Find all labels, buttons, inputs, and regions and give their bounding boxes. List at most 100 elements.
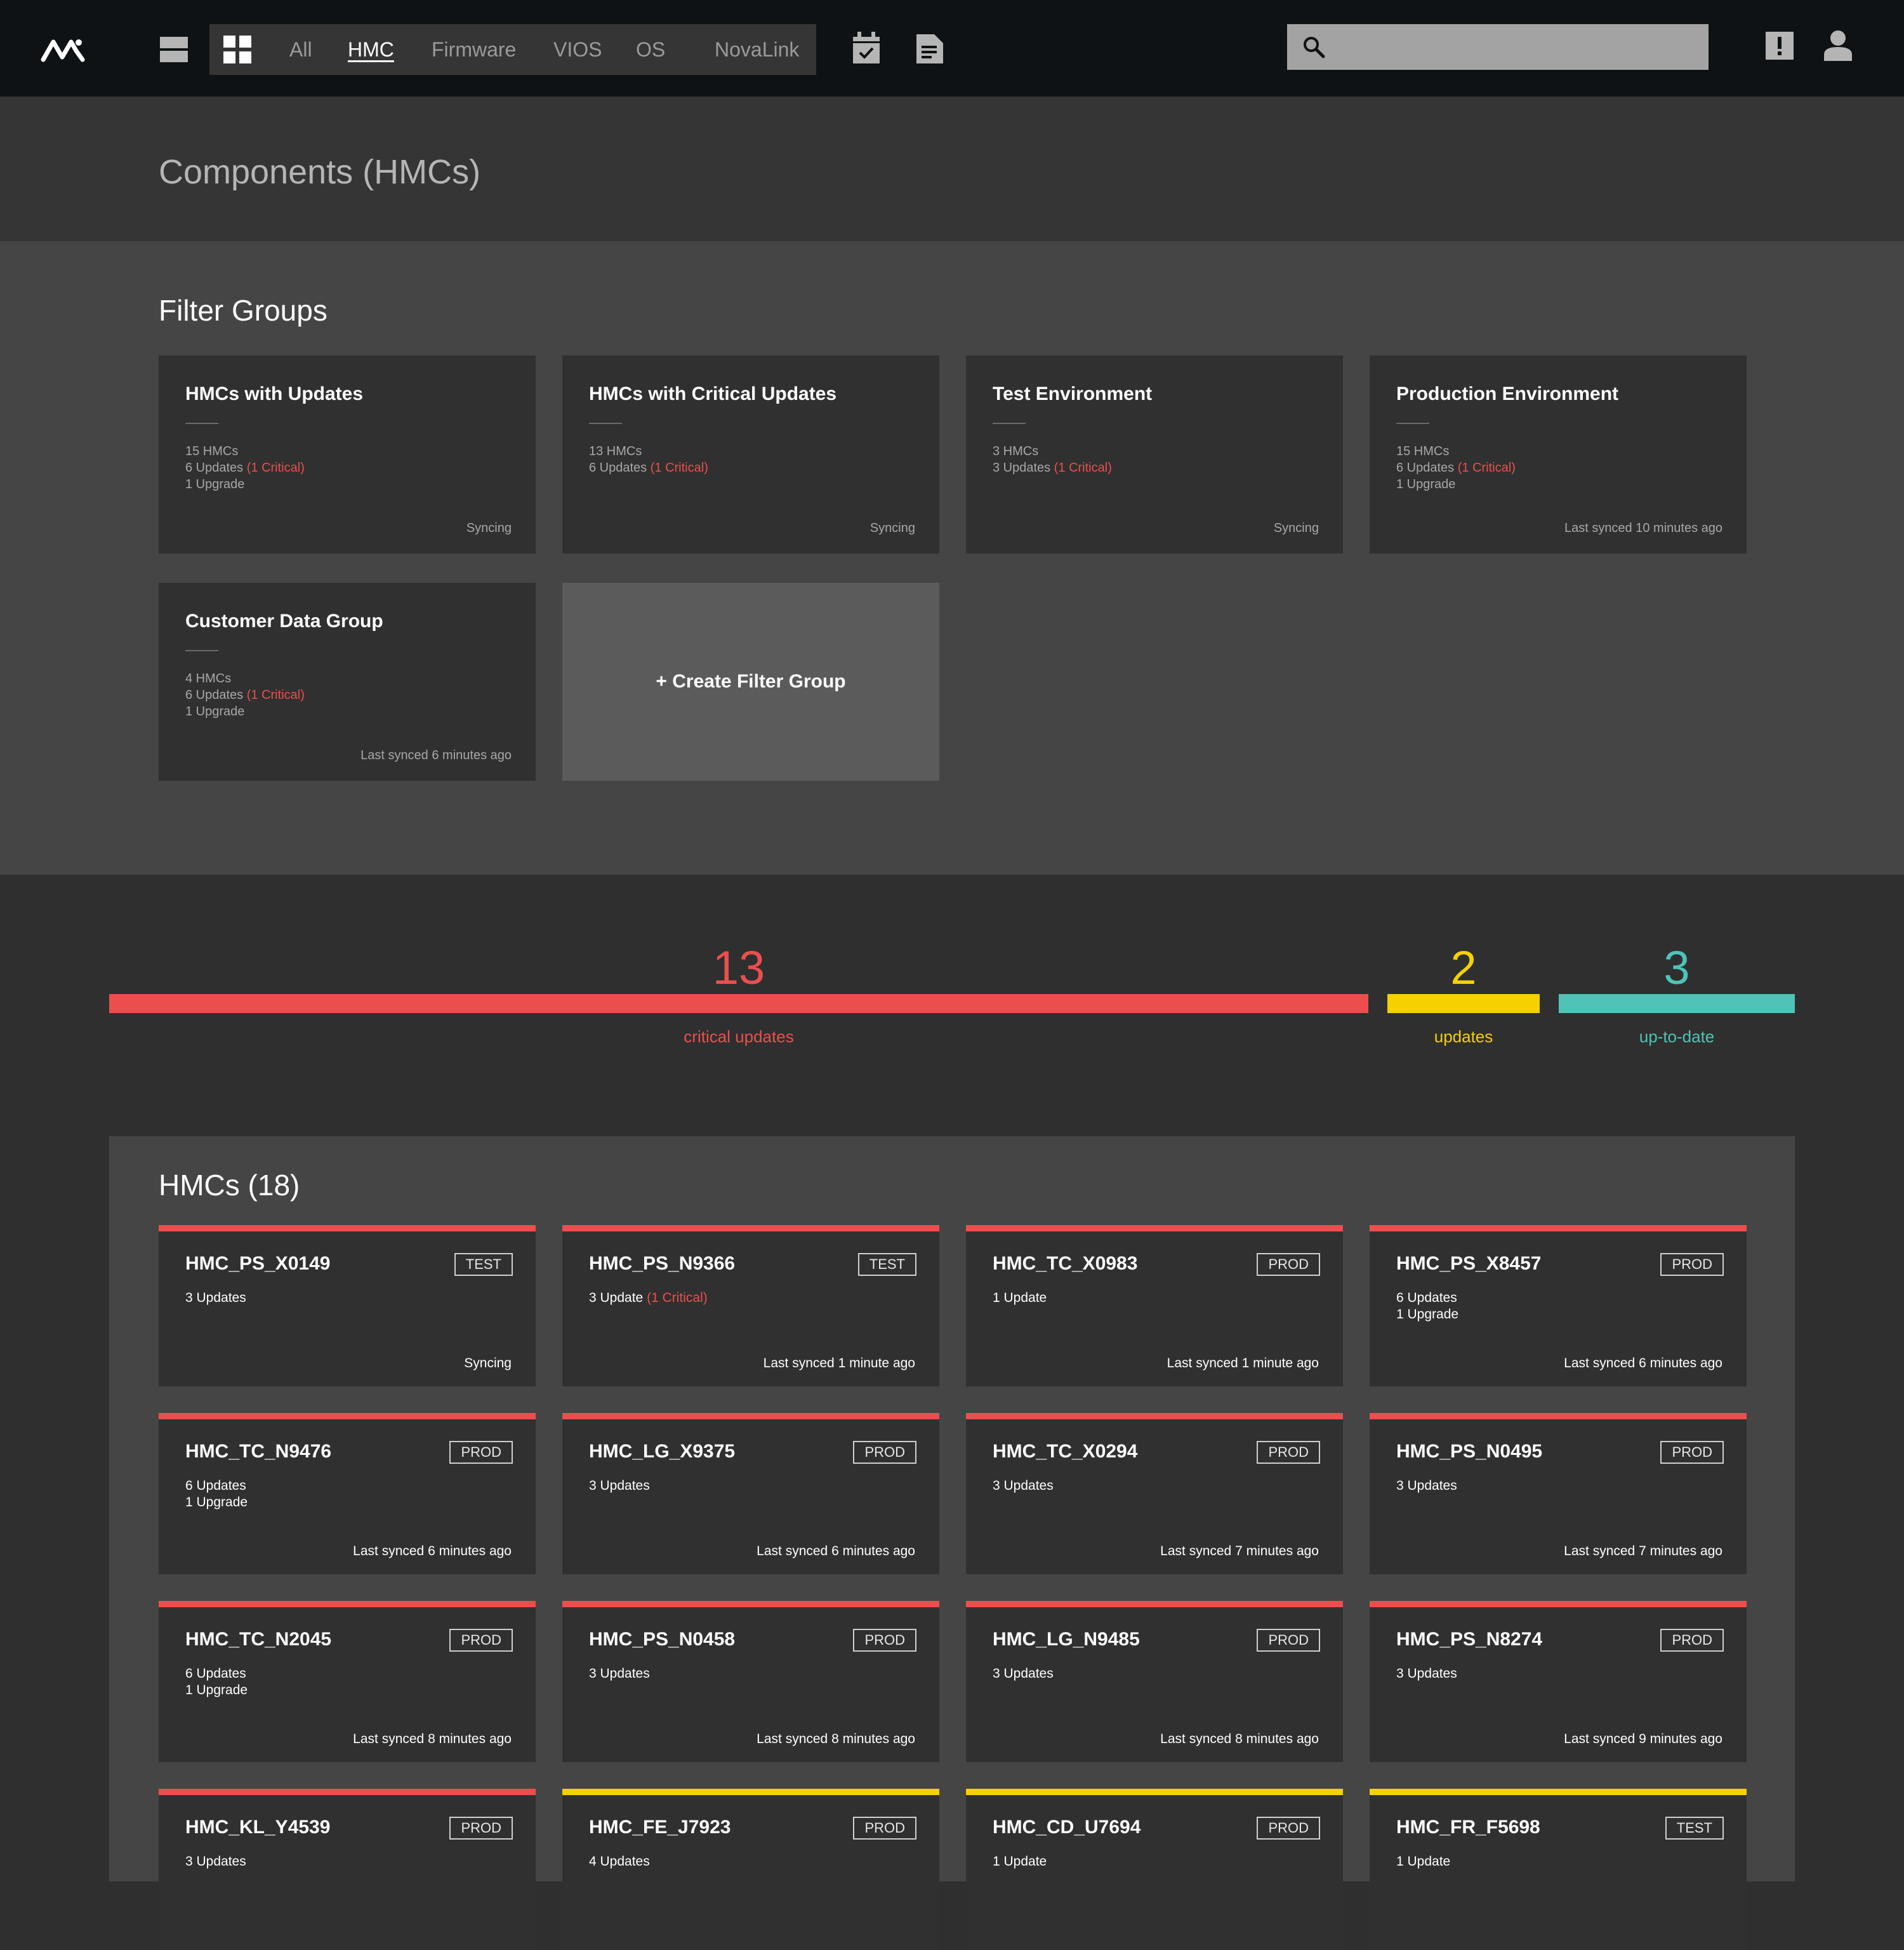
- update-count: 3 Updates: [185, 1290, 246, 1305]
- tab-os[interactable]: OS: [636, 38, 665, 61]
- sync-status: Last synced 10 minutes ago: [1564, 521, 1722, 535]
- hmc-details: 3 Update (1 Critical): [589, 1290, 708, 1306]
- hmc-count: 4 HMCs: [185, 672, 232, 686]
- update-count: 6 Updates: [185, 1478, 246, 1493]
- hmc-card[interactable]: HMC_TC_N2045 PROD 6 Updates 1 Upgrade Last …: [159, 1601, 536, 1762]
- sync-status: Last synced 7 minutes ago: [1564, 1544, 1722, 1558]
- list-view-icon[interactable]: [159, 34, 189, 65]
- hmc-card[interactable]: HMC_PS_N0495 PROD 3 Updates Last synced 7 …: [1370, 1413, 1747, 1574]
- filter-group-name: HMCs with Updates: [185, 383, 364, 404]
- filter-group-details: 15 HMCs 6 Updates (1 Critical) 1 Upgrade: [1396, 443, 1516, 493]
- hmc-details: 3 Updates: [185, 1290, 246, 1306]
- grid-view-icon[interactable]: [222, 34, 253, 65]
- tab-all[interactable]: All: [289, 38, 312, 61]
- status-indicator-bar: [1370, 1225, 1747, 1231]
- filter-group-card[interactable]: Customer Data Group 4 HMCs 6 Updates (1 …: [159, 583, 536, 781]
- filter-group-card[interactable]: Test Environment 3 HMCs 3 Updates (1 Cri…: [966, 355, 1343, 554]
- page-title: Components (HMCs): [159, 153, 481, 191]
- filter-group-card[interactable]: Production Environment 15 HMCs 6 Updates…: [1370, 355, 1747, 554]
- search-bar: [1287, 24, 1709, 70]
- divider: [1396, 423, 1429, 424]
- sync-status: Last synced 1 minute ago: [763, 1356, 915, 1370]
- search-icon: [1304, 37, 1325, 58]
- sync-status: Syncing: [464, 1356, 512, 1370]
- hmc-name: HMC_FR_F5698: [1396, 1817, 1540, 1838]
- update-count: 6 Updates: [589, 461, 647, 475]
- tab-firmware[interactable]: Firmware: [432, 38, 516, 61]
- update-count: 3 Updates: [589, 1478, 650, 1493]
- filter-group-details: 4 HMCs 6 Updates (1 Critical) 1 Upgrade: [185, 670, 305, 720]
- status-indicator-bar: [159, 1413, 536, 1419]
- document-icon[interactable]: [915, 30, 944, 66]
- filter-group-card[interactable]: HMCs with Critical Updates 13 HMCs 6 Upd…: [562, 355, 939, 554]
- create-filter-group-label: + Create Filter Group: [656, 671, 846, 692]
- status-indicator-bar: [966, 1601, 1343, 1607]
- hmc-card[interactable]: HMC_TC_X0294 PROD 3 Updates Last synced 7 …: [966, 1413, 1343, 1574]
- update-count: 3 Updates: [1396, 1666, 1457, 1681]
- status-indicator-bar: [159, 1601, 536, 1607]
- hmc-name: HMC_TC_N2045: [185, 1629, 332, 1650]
- hmc-name: HMC_PS_X0149: [185, 1253, 331, 1274]
- hmc-name: HMC_PS_X8457: [1396, 1253, 1542, 1274]
- hmc-card[interactable]: HMC_PS_X0149 TEST 3 Updates Syncing: [159, 1225, 536, 1386]
- app-logo[interactable]: [41, 34, 89, 65]
- upgrade-count: 1 Upgrade: [185, 1683, 248, 1697]
- uptodate-bar[interactable]: [1559, 994, 1795, 1013]
- status-indicator-bar: [966, 1789, 1343, 1795]
- hmc-card[interactable]: HMC_TC_N9476 PROD 6 Updates 1 Upgrade Last …: [159, 1413, 536, 1574]
- hmc-card[interactable]: HMC_TC_X0983 PROD 1 Update Last synced 1 m…: [966, 1225, 1343, 1386]
- hmc-details: 1 Update: [1396, 1854, 1450, 1870]
- critical-count: (1 Critical): [246, 461, 305, 475]
- environment-badge: PROD: [1257, 1629, 1320, 1652]
- hmc-card[interactable]: HMC_PS_N0458 PROD 3 Updates Last synced 8 …: [562, 1601, 939, 1762]
- environment-badge: PROD: [449, 1441, 513, 1464]
- hmc-card[interactable]: HMC_FE_J7923 PROD 4 Updates: [562, 1789, 939, 1950]
- status-indicator-bar: [562, 1225, 939, 1231]
- sync-status: Last synced 6 minutes ago: [353, 1544, 512, 1558]
- hmc-name: HMC_TC_X0294: [993, 1441, 1138, 1462]
- sync-status: Last synced 6 minutes ago: [757, 1544, 915, 1558]
- sync-status: Syncing: [869, 521, 915, 535]
- hmc-name: HMC_KL_Y4539: [185, 1817, 331, 1838]
- alert-icon[interactable]: [1766, 32, 1794, 60]
- sync-status: Last synced 1 minute ago: [1167, 1356, 1319, 1370]
- upgrade-count: 1 Upgrade: [185, 1495, 248, 1509]
- hmc-details: 3 Updates: [993, 1666, 1054, 1682]
- status-indicator-bar: [562, 1789, 939, 1795]
- hmc-card[interactable]: HMC_LG_X9375 PROD 3 Updates Last synced 6 …: [562, 1413, 939, 1574]
- hmc-card[interactable]: HMC_PS_N9366 TEST 3 Update (1 Critical) Las…: [562, 1225, 939, 1386]
- tab-vios[interactable]: VIOS: [553, 38, 602, 61]
- hmc-card[interactable]: HMC_FR_F5698 TEST 1 Update: [1370, 1789, 1747, 1950]
- top-bar: All HMC Firmware VIOS OS NovaLink: [0, 0, 1904, 96]
- status-indicator-bar: [562, 1601, 939, 1607]
- calendar-check-icon[interactable]: [852, 30, 881, 66]
- hmc-details: 4 Updates: [589, 1854, 650, 1870]
- sync-status: Last synced 6 minutes ago: [1564, 1356, 1722, 1370]
- search-input[interactable]: [1338, 24, 1700, 70]
- user-icon[interactable]: [1824, 29, 1852, 61]
- filter-group-name: Test Environment: [993, 383, 1153, 404]
- hmc-card[interactable]: HMC_LG_N9485 PROD 3 Updates Last synced 8 …: [966, 1601, 1343, 1762]
- upgrade-count: 1 Upgrade: [185, 705, 245, 719]
- hmc-card[interactable]: HMC_PS_N8274 PROD 3 Updates Last synced 9 …: [1370, 1601, 1747, 1762]
- hmc-details: 3 Updates: [993, 1478, 1054, 1494]
- environment-badge: PROD: [853, 1629, 916, 1652]
- status-indicator-bar: [1370, 1789, 1747, 1795]
- updates-bar[interactable]: [1387, 994, 1540, 1013]
- update-summary: 13 critical updates 2 updates 3 up-to-da…: [0, 875, 1904, 1136]
- hmc-details: 6 Updates 1 Upgrade: [1396, 1290, 1458, 1323]
- hmc-card[interactable]: HMC_KL_Y4539 PROD 3 Updates: [159, 1789, 536, 1950]
- tab-novalink[interactable]: NovaLink: [715, 38, 799, 61]
- environment-badge: TEST: [857, 1253, 916, 1276]
- filter-group-card[interactable]: HMCs with Updates 15 HMCs 6 Updates (1 C…: [159, 355, 536, 554]
- create-filter-group-button[interactable]: + Create Filter Group: [562, 583, 939, 781]
- hmc-card[interactable]: HMC_PS_X8457 PROD 6 Updates 1 Upgrade Last …: [1370, 1225, 1747, 1386]
- tab-hmc[interactable]: HMC: [348, 38, 394, 61]
- sync-status: Last synced 6 minutes ago: [360, 748, 512, 762]
- hmc-name: HMC_TC_X0983: [993, 1253, 1138, 1274]
- update-count: 6 Updates: [185, 461, 244, 475]
- critical-bar[interactable]: [109, 994, 1368, 1013]
- hmc-card[interactable]: HMC_CD_U7694 PROD 1 Update: [966, 1789, 1343, 1950]
- hmc-name: HMC_PS_N0458: [589, 1629, 736, 1650]
- environment-badge: PROD: [1660, 1629, 1724, 1652]
